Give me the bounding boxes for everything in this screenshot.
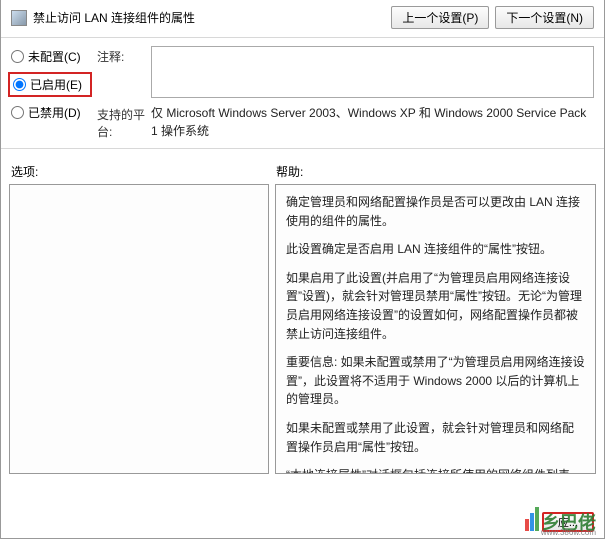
- comment-label: 注释:: [97, 46, 151, 98]
- policy-icon: [11, 10, 27, 26]
- help-label: 帮助:: [276, 163, 594, 180]
- platform-label: 支持的平台:: [97, 104, 151, 140]
- radio-group: 未配置(C) 已启用(E) 已禁用(D): [11, 46, 89, 140]
- platform-text: 仅 Microsoft Windows Server 2003、Windows …: [151, 104, 594, 140]
- help-paragraph: “本地连接属性”对话框包括连接所使用的网络组件列表。要查看或更改组件的属性，请单…: [286, 466, 585, 474]
- radio-not-configured[interactable]: 未配置(C): [11, 48, 89, 65]
- radio-not-configured-label: 未配置(C): [28, 48, 81, 65]
- watermark-bars-icon: [525, 507, 540, 536]
- help-paragraph: 重要信息: 如果未配置或禁用了“为管理员启用网络连接设置”，此设置将不适用于 W…: [286, 353, 585, 409]
- title-bar: 禁止访问 LAN 连接组件的属性 上一个设置(P) 下一个设置(N): [1, 0, 604, 33]
- comment-textarea[interactable]: [151, 46, 594, 98]
- help-paragraph: 确定管理员和网络配置操作员是否可以更改由 LAN 连接使用的组件的属性。: [286, 193, 585, 230]
- apply-button[interactable]: 应...: [542, 512, 594, 532]
- next-setting-button[interactable]: 下一个设置(N): [495, 6, 594, 29]
- options-panel: [9, 184, 269, 474]
- help-paragraph: 此设置确定是否启用 LAN 连接组件的“属性”按钮。: [286, 240, 585, 259]
- radio-enabled-label: 已启用(E): [30, 76, 82, 93]
- radio-disabled[interactable]: 已禁用(D): [11, 104, 89, 121]
- policy-dialog: 禁止访问 LAN 连接组件的属性 上一个设置(P) 下一个设置(N) 未配置(C…: [0, 0, 605, 539]
- platform-row: 支持的平台: 仅 Microsoft Windows Server 2003、W…: [97, 104, 594, 140]
- fields-column: 注释: 支持的平台: 仅 Microsoft Windows Server 20…: [97, 46, 594, 140]
- radio-not-configured-input[interactable]: [11, 50, 24, 63]
- radio-enabled[interactable]: 已启用(E): [13, 76, 87, 93]
- panels: 确定管理员和网络配置操作员是否可以更改由 LAN 连接使用的组件的属性。 此设置…: [1, 184, 604, 474]
- comment-row: 注释:: [97, 46, 594, 98]
- options-label: 选项:: [11, 163, 276, 180]
- enabled-highlight: 已启用(E): [8, 72, 92, 97]
- config-area: 未配置(C) 已启用(E) 已禁用(D) 注释: 支持的平台: 仅 Micros…: [1, 38, 604, 144]
- prev-setting-button[interactable]: 上一个设置(P): [391, 6, 489, 29]
- help-panel[interactable]: 确定管理员和网络配置操作员是否可以更改由 LAN 连接使用的组件的属性。 此设置…: [275, 184, 596, 474]
- help-paragraph: 如果启用了此设置(并启用了“为管理员启用网络连接设置”设置)，就会针对管理员禁用…: [286, 269, 585, 343]
- help-paragraph: 如果未配置或禁用了此设置，就会针对管理员和网络配置操作员启用“属性”按钮。: [286, 419, 585, 456]
- radio-enabled-input[interactable]: [13, 78, 26, 91]
- radio-disabled-label: 已禁用(D): [28, 104, 81, 121]
- radio-disabled-input[interactable]: [11, 106, 24, 119]
- section-labels: 选项: 帮助:: [1, 149, 604, 184]
- dialog-title: 禁止访问 LAN 连接组件的属性: [33, 9, 195, 26]
- footer: 应...: [542, 512, 594, 532]
